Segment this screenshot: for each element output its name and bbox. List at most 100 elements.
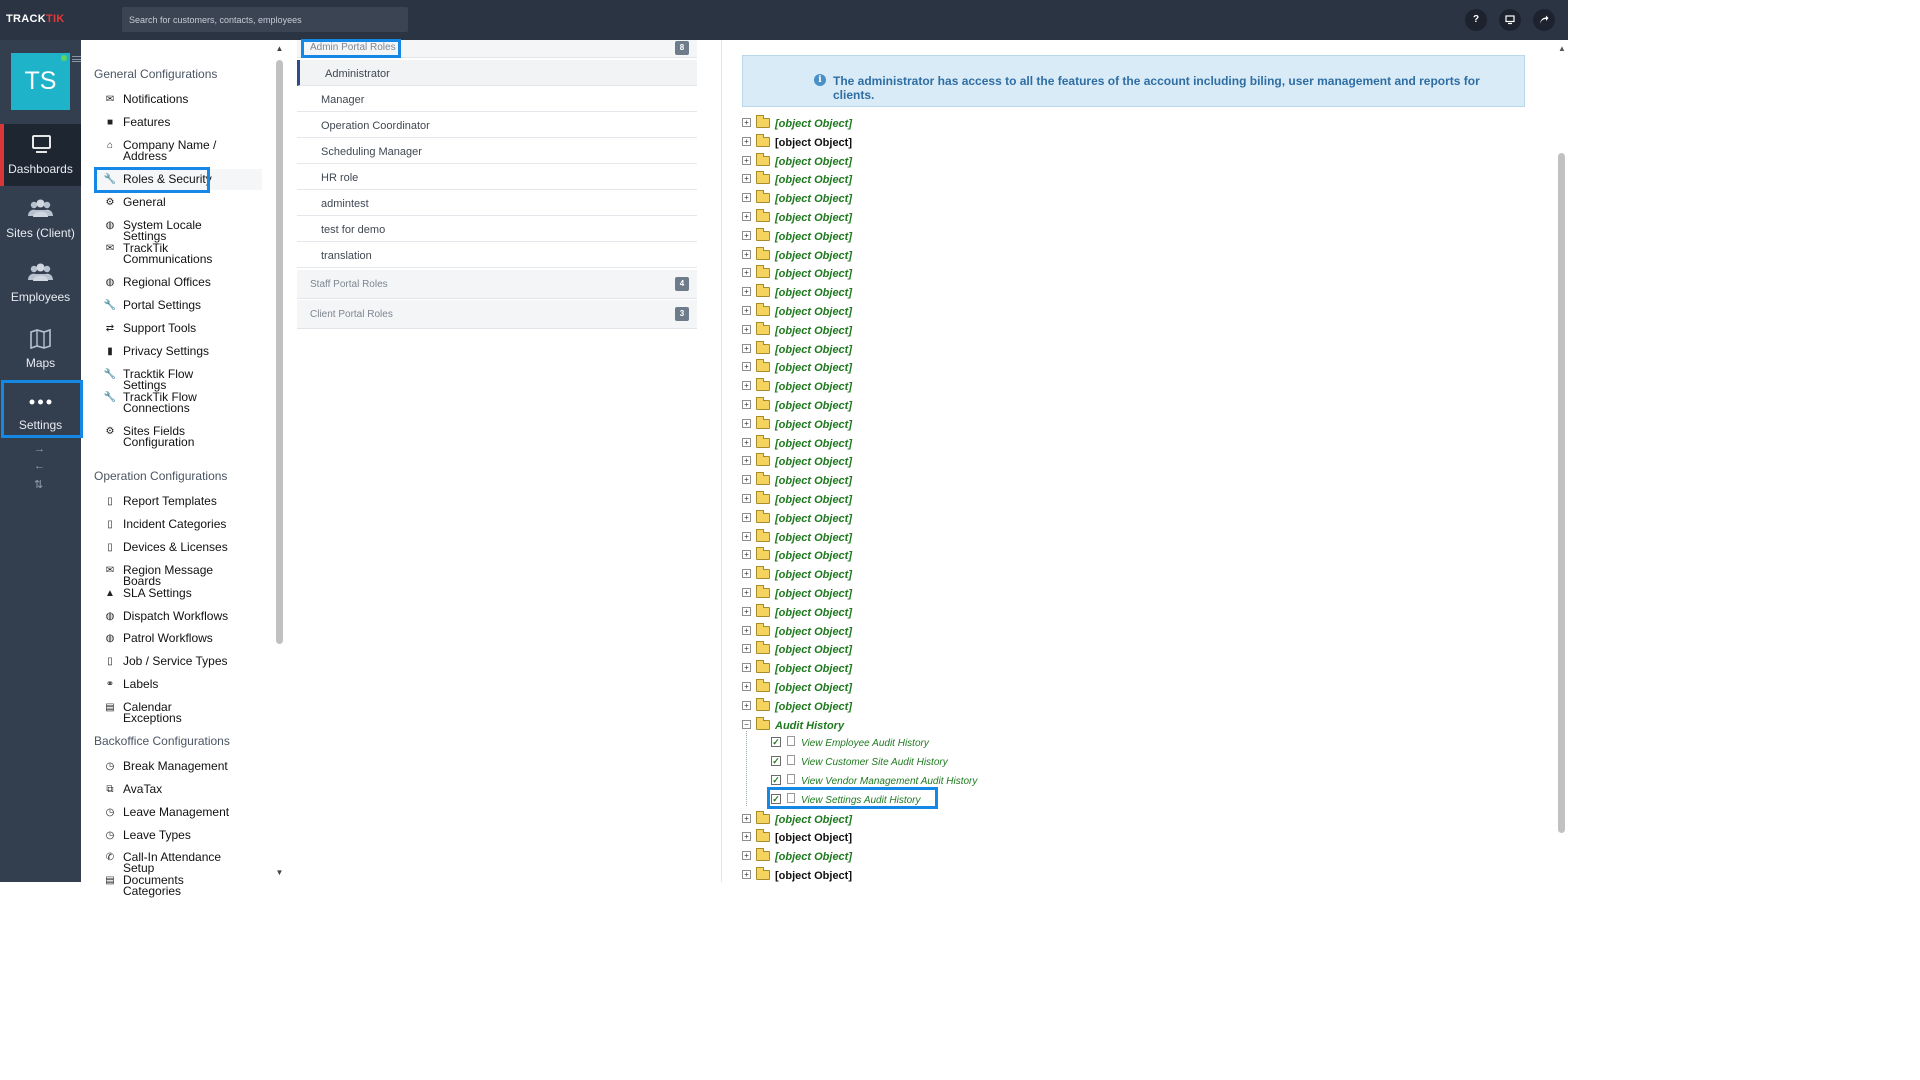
role-item[interactable]: Scheduling Manager	[297, 138, 697, 164]
sort-arrows-icon[interactable]: ⇅	[34, 478, 43, 491]
expand-icon[interactable]: +	[742, 701, 751, 710]
role-item[interactable]: test for demo	[297, 216, 697, 242]
tree-node[interactable]: + [object Object]	[742, 623, 1142, 642]
permission-checkbox[interactable]: ✓	[771, 794, 781, 804]
permission-checkbox[interactable]: ✓	[771, 756, 781, 766]
role-item[interactable]: translation	[297, 242, 697, 268]
tree-node[interactable]: + [object Object]	[742, 378, 1142, 397]
nav-employees[interactable]: Employees	[0, 252, 81, 314]
tree-node[interactable]: + [object Object]	[742, 529, 1142, 548]
client-portal-roles-group[interactable]: Client Portal Roles 3	[297, 300, 697, 329]
tree-node[interactable]: + [object Object]	[742, 247, 1142, 266]
menu-toggle-icon[interactable]	[72, 56, 81, 62]
tree-node[interactable]: + [object Object]	[742, 153, 1142, 172]
expand-icon[interactable]: +	[742, 362, 751, 371]
expand-icon[interactable]: +	[742, 438, 751, 447]
expand-icon[interactable]: +	[742, 682, 751, 691]
expand-icon[interactable]: +	[742, 663, 751, 672]
tree-node[interactable]: + [object Object]	[742, 585, 1142, 604]
tree-node[interactable]: + [object Object]	[742, 134, 1142, 153]
expand-icon[interactable]: +	[742, 137, 751, 146]
arrow-right-icon[interactable]: →	[34, 443, 45, 455]
expand-icon[interactable]: +	[742, 250, 751, 259]
scroll-up-arrow[interactable]: ▲	[1558, 44, 1566, 53]
tree-node[interactable]: + [object Object]	[742, 660, 1142, 679]
tree-node[interactable]: + [object Object]	[742, 322, 1142, 341]
tree-node[interactable]: + [object Object]	[742, 359, 1142, 378]
tree-node[interactable]: + [object Object]	[742, 190, 1142, 209]
expand-icon[interactable]: +	[742, 644, 751, 653]
role-item[interactable]: admintest	[297, 190, 697, 216]
expand-icon[interactable]: +	[742, 870, 751, 879]
tree-node[interactable]: + [object Object]	[742, 209, 1142, 228]
expand-icon[interactable]: +	[742, 851, 751, 860]
permission-item[interactable]: ✓ View Employee Audit History	[771, 735, 1071, 754]
tree-node[interactable]: + [object Object]	[742, 547, 1142, 566]
expand-icon[interactable]: +	[742, 475, 751, 484]
tree-node[interactable]: + [object Object]	[742, 848, 1142, 867]
expand-icon[interactable]: +	[742, 532, 751, 541]
tree-node[interactable]: + [object Object]	[742, 510, 1142, 529]
tree-node[interactable]: + [object Object]	[742, 641, 1142, 660]
admin-portal-roles-group[interactable]: Admin Portal Roles 8	[297, 40, 697, 58]
collapse-icon[interactable]: −	[742, 720, 751, 729]
expand-icon[interactable]: +	[742, 419, 751, 428]
tree-node[interactable]: + [object Object]	[742, 811, 1142, 830]
expand-icon[interactable]: +	[742, 231, 751, 240]
expand-icon[interactable]: +	[742, 268, 751, 277]
expand-icon[interactable]: +	[742, 513, 751, 522]
nav-dashboards[interactable]: Dashboards	[0, 124, 81, 186]
expand-icon[interactable]: +	[742, 193, 751, 202]
monitor-icon[interactable]	[1499, 9, 1521, 31]
tracktik-logo[interactable]: TRACKTIK	[6, 13, 65, 25]
tree-node[interactable]: + [object Object]	[742, 303, 1142, 322]
expand-icon[interactable]: +	[742, 400, 751, 409]
avatar[interactable]: TS	[11, 53, 70, 110]
expand-icon[interactable]: +	[742, 118, 751, 127]
arrow-left-icon[interactable]: ←	[34, 460, 45, 472]
tree-node[interactable]: + [object Object]	[742, 171, 1142, 190]
expand-icon[interactable]: +	[742, 456, 751, 465]
scroll-up-arrow[interactable]: ▲	[275, 44, 284, 53]
scrollbar-thumb[interactable]	[276, 60, 283, 644]
tree-node[interactable]: + [object Object]	[742, 453, 1142, 472]
tree-node[interactable]: + [object Object]	[742, 829, 1142, 848]
role-item[interactable]: HR role	[297, 164, 697, 190]
expand-icon[interactable]: +	[742, 550, 751, 559]
expand-icon[interactable]: +	[742, 287, 751, 296]
tree-node[interactable]: + [object Object]	[742, 566, 1142, 585]
permission-item[interactable]: ✓ View Vendor Management Audit History	[771, 773, 1071, 792]
tree-node[interactable]: + [object Object]	[742, 115, 1142, 134]
permission-item[interactable]: ✓ View Settings Audit History	[771, 792, 1071, 811]
permission-item[interactable]: ✓ View Customer Site Audit History	[771, 754, 1071, 773]
permission-checkbox[interactable]: ✓	[771, 775, 781, 785]
expand-icon[interactable]: +	[742, 174, 751, 183]
expand-icon[interactable]: +	[742, 325, 751, 334]
tree-node[interactable]: + [object Object]	[742, 867, 1142, 886]
expand-icon[interactable]: +	[742, 212, 751, 221]
expand-icon[interactable]: +	[742, 156, 751, 165]
expand-icon[interactable]: +	[742, 494, 751, 503]
help-icon[interactable]: ?	[1465, 9, 1487, 31]
tree-node[interactable]: + [object Object]	[742, 604, 1142, 623]
scrollbar-thumb[interactable]	[1558, 153, 1565, 833]
expand-icon[interactable]: +	[742, 381, 751, 390]
permission-checkbox[interactable]: ✓	[771, 737, 781, 747]
expand-icon[interactable]: +	[742, 607, 751, 616]
tree-node[interactable]: + [object Object]	[742, 397, 1142, 416]
expand-icon[interactable]: +	[742, 306, 751, 315]
role-item[interactable]: Operation Coordinator	[297, 112, 697, 138]
role-item[interactable]: Manager	[297, 86, 697, 112]
expand-icon[interactable]: +	[742, 626, 751, 635]
expand-icon[interactable]: +	[742, 569, 751, 578]
global-search[interactable]	[122, 7, 408, 32]
settings-menu-scrollbar[interactable]: ▲ ▼	[275, 44, 284, 882]
tree-node[interactable]: + [object Object]	[742, 416, 1142, 435]
staff-portal-roles-group[interactable]: Staff Portal Roles 4	[297, 270, 697, 299]
tree-node[interactable]: − Audit History	[742, 717, 1142, 736]
share-icon[interactable]	[1533, 9, 1555, 31]
tree-node[interactable]: + [object Object]	[742, 228, 1142, 247]
tree-node[interactable]: + [object Object]	[742, 341, 1142, 360]
scroll-down-arrow[interactable]: ▼	[275, 868, 284, 877]
tree-node[interactable]: + [object Object]	[742, 679, 1142, 698]
